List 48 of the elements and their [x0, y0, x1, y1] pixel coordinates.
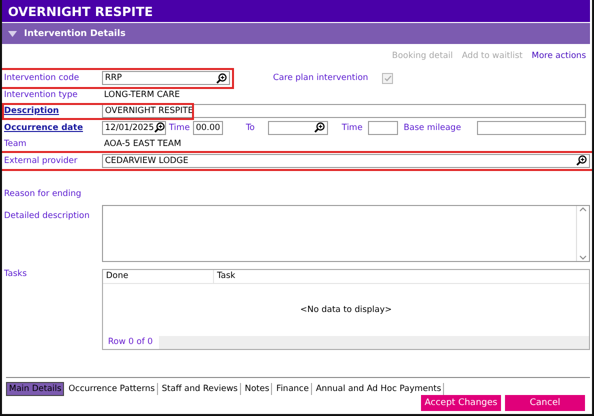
description-textarea[interactable] [102, 204, 590, 262]
time-field[interactable] [368, 120, 398, 135]
action-link[interactable]: More actions [532, 51, 586, 63]
field-label: To [244, 122, 255, 133]
field-label: Detailed description [3, 210, 91, 220]
time-field[interactable]: 00.00 [192, 120, 223, 135]
action-button[interactable]: Accept Changes [421, 395, 501, 411]
field-label: External provider [3, 156, 78, 166]
date-field[interactable]: 12/01/2025 [102, 120, 166, 135]
field-label: Occurrence date [3, 122, 84, 133]
date-field[interactable] [268, 120, 328, 135]
checkbox-label: Care plan intervention [272, 73, 368, 84]
field-label: Intervention type [3, 90, 79, 100]
empty-message: <No data to display> [300, 304, 392, 314]
section-header[interactable]: Intervention Details [2, 23, 590, 44]
scroll-down-icon[interactable] [579, 252, 587, 260]
field-label: Time [340, 122, 363, 133]
field-value: LONG-TERM CARE [103, 90, 180, 100]
field-label: Intervention code [3, 73, 80, 84]
field-label: Team [3, 139, 28, 150]
tab[interactable]: Staff and Reviews [160, 383, 241, 395]
tab[interactable]: Finance [274, 383, 312, 395]
tab[interactable]: Occurrence Patterns [66, 383, 158, 395]
field-value: AOA-5 EAST TEAM [103, 139, 182, 150]
column-header[interactable]: Task [214, 270, 589, 282]
row-count: Row 0 of 0 [103, 336, 159, 348]
search-icon[interactable] [216, 72, 227, 84]
field-label: Reason for ending [3, 189, 82, 200]
field-label: Tasks [3, 268, 28, 278]
collapse-icon[interactable] [8, 30, 17, 36]
action-button[interactable]: Cancel [505, 395, 585, 411]
tab[interactable]: Main Details [6, 382, 64, 396]
mileage-field[interactable] [477, 120, 586, 135]
search-icon[interactable] [314, 122, 325, 134]
code-field[interactable]: RRP [102, 71, 230, 86]
description-field[interactable]: OVERNIGHT RESPITE [102, 104, 586, 118]
search-icon[interactable] [576, 155, 587, 166]
section-title: Intervention Details [24, 28, 126, 38]
scroll-up-icon[interactable] [579, 206, 587, 214]
provider-field[interactable]: CEDARVIEW LODGE [102, 154, 590, 168]
search-icon[interactable] [154, 122, 165, 134]
column-header[interactable]: Done [103, 270, 214, 282]
field-label: Time [168, 122, 191, 133]
field-label: Base mileage [402, 122, 462, 133]
scrollbar[interactable] [576, 206, 589, 260]
window-title: OVERNIGHT RESPITE [2, 0, 590, 22]
field-label: Description [3, 106, 60, 116]
tab[interactable]: Notes [242, 383, 272, 395]
